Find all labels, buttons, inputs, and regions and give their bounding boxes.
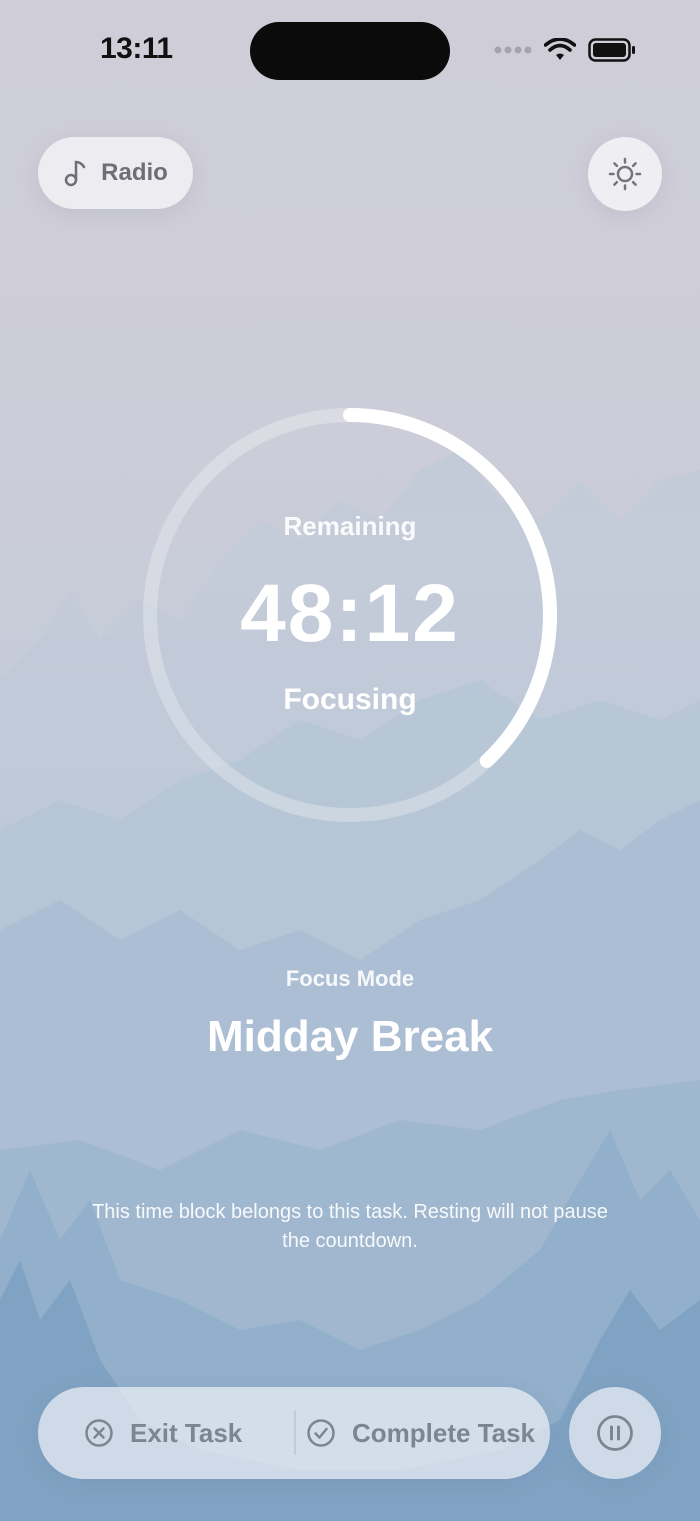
pause-button[interactable]: [569, 1387, 661, 1479]
timer-state: Focusing: [283, 683, 417, 716]
status-time: 13:11: [100, 32, 173, 65]
focus-screen: 13:11 Radio Remaining 48:12 Focusing Foc…: [0, 0, 700, 1521]
wifi-icon: [544, 38, 576, 60]
exit-task-label: Exit Task: [130, 1417, 243, 1448]
close-circle-icon: [85, 1419, 113, 1447]
countdown-time: 48:12: [240, 568, 460, 659]
timer-display: Remaining 48:12 Focusing: [140, 405, 560, 825]
battery-icon: [588, 38, 635, 62]
task-action-bar: Exit Task Complete Task: [38, 1387, 550, 1479]
music-note-icon: [64, 160, 86, 187]
focus-mode-title: Midday Break: [206, 1012, 494, 1061]
task-note: This time block belongs to this task. Re…: [92, 1201, 608, 1252]
theme-toggle-button[interactable]: [588, 137, 662, 211]
status-icons: [494, 38, 636, 62]
dynamic-island: [250, 22, 450, 80]
status-bar: 13:11: [0, 0, 700, 100]
pause-icon: [597, 1415, 633, 1451]
signal-icon: [494, 46, 532, 54]
radio-label: Radio: [101, 159, 168, 186]
sun-icon: [608, 157, 642, 191]
radio-button[interactable]: Radio: [38, 137, 193, 209]
exit-task-button[interactable]: Exit Task: [38, 1387, 294, 1479]
remaining-label: Remaining: [283, 511, 417, 541]
complete-task-label: Complete Task: [352, 1417, 536, 1448]
check-circle-icon: [307, 1419, 335, 1447]
complete-task-button[interactable]: Complete Task: [296, 1387, 535, 1479]
focus-mode-label: Focus Mode: [285, 966, 415, 991]
